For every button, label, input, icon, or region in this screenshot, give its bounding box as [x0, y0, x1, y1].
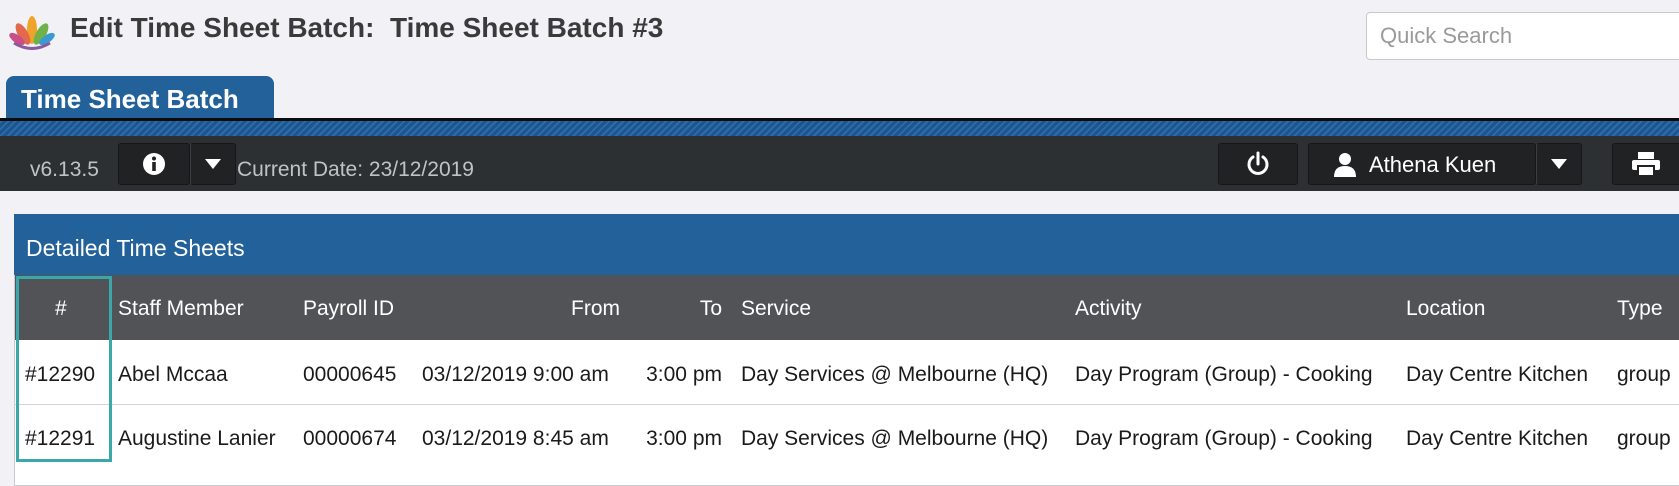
cell-from: 03/12/2019 9:00 am: [422, 363, 609, 386]
row-divider: [15, 404, 1679, 405]
panel-title: Detailed Time Sheets: [14, 214, 1679, 275]
cell-from: 03/12/2019 8:45 am: [422, 427, 609, 450]
column-header-payroll-id[interactable]: Payroll ID: [303, 297, 394, 321]
cell-service: Day Services @ Melbourne (HQ): [741, 363, 1049, 386]
user-name: Athena Kuen: [1369, 152, 1497, 177]
column-header-type[interactable]: Type: [1617, 297, 1663, 321]
id-column-highlight: [16, 276, 112, 462]
cell-activity: Day Program (Group) - Cooking: [1075, 363, 1373, 386]
info-button[interactable]: [118, 143, 190, 185]
page-title: Edit Time Sheet Batch: Time Sheet Batch …: [70, 12, 664, 43]
power-icon: [1247, 151, 1269, 175]
user-dropdown-button[interactable]: [1536, 143, 1582, 185]
cell-to: 3:00 pm: [646, 427, 722, 450]
column-header-staff-member[interactable]: Staff Member: [118, 297, 244, 321]
column-header-service[interactable]: Service: [741, 297, 811, 321]
column-header-to[interactable]: To: [640, 297, 722, 321]
user-icon: [1334, 153, 1356, 177]
column-header-location[interactable]: Location: [1406, 297, 1485, 321]
tab-time-sheet-batch[interactable]: Time Sheet Batch: [6, 76, 274, 118]
current-date: Current Date: 23/12/2019: [237, 158, 474, 181]
cell-payroll-id: 00000674: [303, 427, 397, 450]
chevron-down-icon: [205, 159, 221, 169]
chevron-down-icon: [1551, 159, 1567, 169]
cell-location: Day Centre Kitchen: [1406, 427, 1589, 450]
column-header-from[interactable]: From: [520, 297, 620, 321]
cell-staff-member: Abel Mccaa: [118, 363, 228, 386]
cell-activity: Day Program (Group) - Cooking: [1075, 427, 1373, 450]
quick-search-input[interactable]: [1366, 12, 1679, 60]
printer-icon: [1632, 152, 1660, 177]
info-icon: [143, 153, 165, 175]
column-header-activity[interactable]: Activity: [1075, 297, 1142, 321]
cell-type: group: [1617, 363, 1671, 386]
cell-to: 3:00 pm: [646, 363, 722, 386]
cell-staff-member: Augustine Lanier: [118, 427, 276, 450]
lotus-logo: [9, 16, 55, 50]
print-button[interactable]: [1612, 143, 1679, 185]
cell-service: Day Services @ Melbourne (HQ): [741, 427, 1049, 450]
cell-type: group: [1617, 427, 1671, 450]
info-dropdown-button[interactable]: [190, 143, 236, 185]
cell-location: Day Centre Kitchen: [1406, 363, 1589, 386]
logout-button[interactable]: [1218, 143, 1298, 185]
tab-strip-band: [0, 121, 1679, 136]
version-label: v6.13.5: [30, 158, 99, 181]
cell-payroll-id: 00000645: [303, 363, 397, 386]
